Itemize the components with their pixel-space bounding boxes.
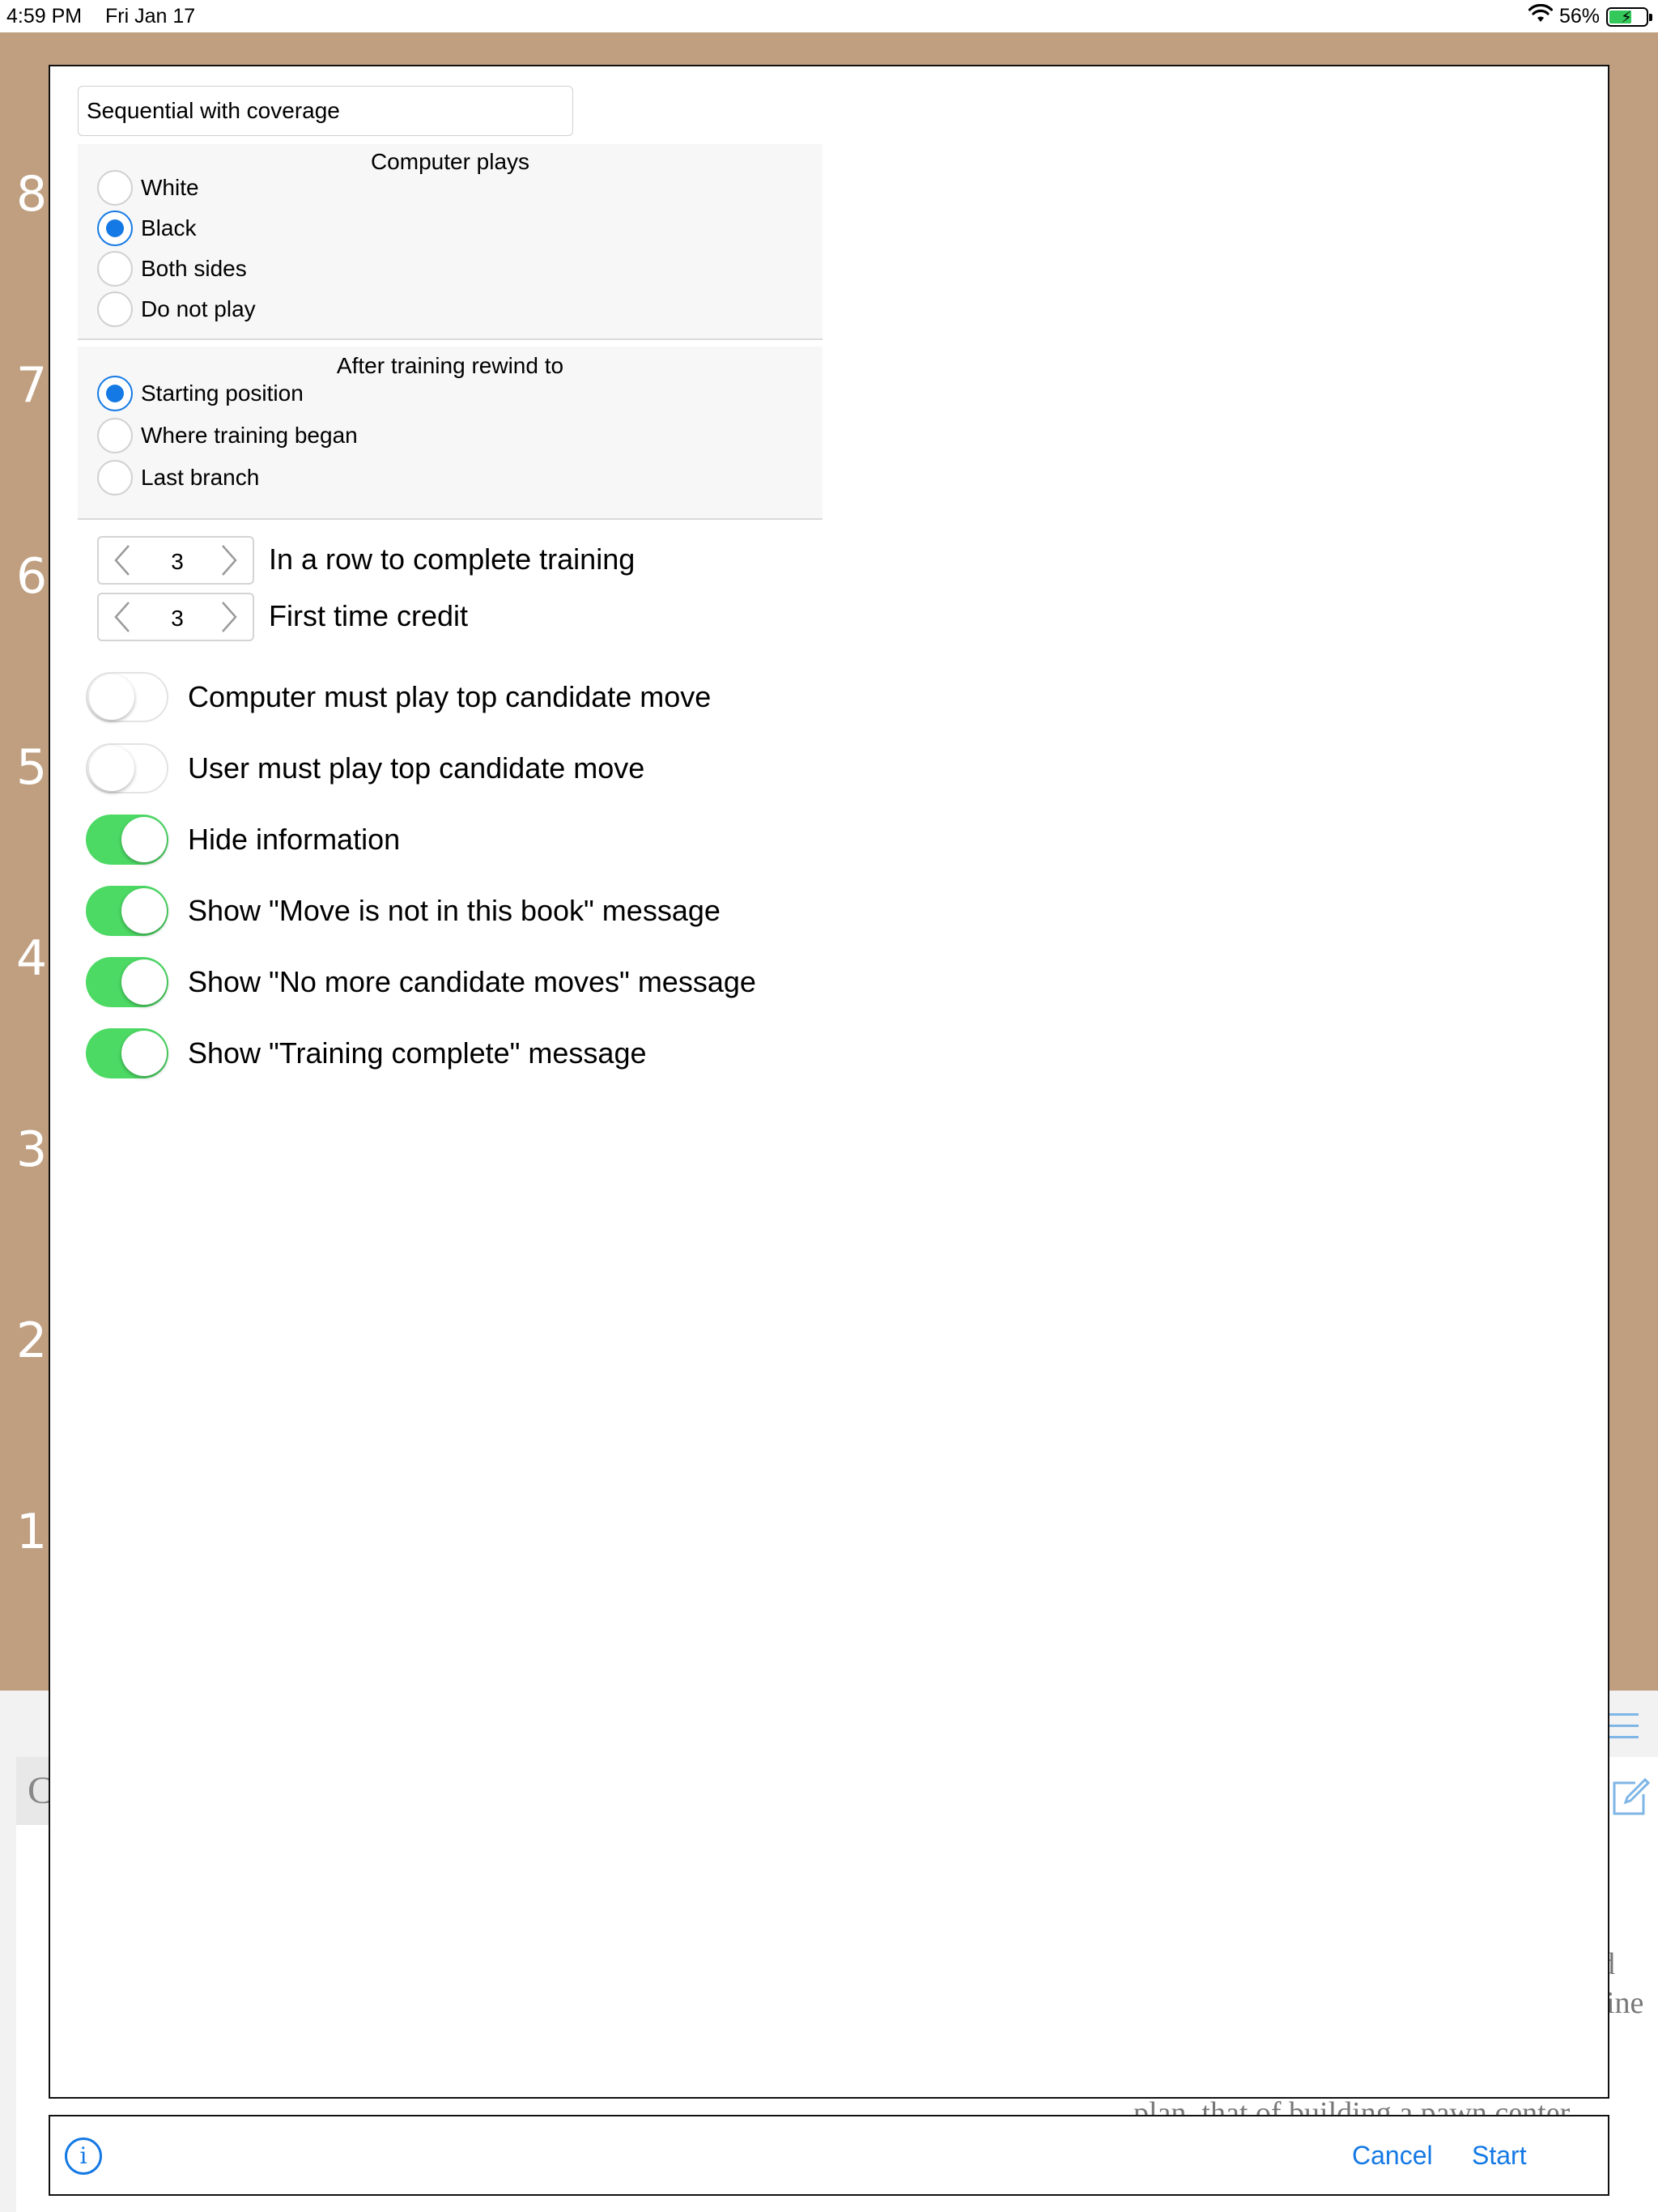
toggle-row-training-complete[interactable]: Show "Training complete" message: [86, 1028, 647, 1078]
stepper-label: First time credit: [269, 599, 469, 632]
radio-button[interactable]: [97, 291, 133, 327]
radio-button[interactable]: [97, 376, 133, 411]
radio-label: Last branch: [141, 465, 260, 490]
no-more-candidates-switch[interactable]: [86, 957, 168, 1007]
radio-button[interactable]: [97, 418, 133, 453]
radio-option-white[interactable]: White: [97, 170, 199, 206]
radio-option-both-sides[interactable]: Both sides: [97, 251, 247, 287]
toggle-label: Show "Training complete" message: [188, 1036, 647, 1070]
radio-button[interactable]: [97, 211, 133, 246]
computer-top-move-switch[interactable]: [86, 672, 168, 722]
edit-icon[interactable]: [1611, 1777, 1651, 1817]
stepper-value: 3: [171, 549, 184, 574]
menu-icon[interactable]: [1606, 1713, 1639, 1747]
computer-plays-group: Computer plays White Black Both sides Do…: [78, 144, 823, 340]
info-icon[interactable]: i: [65, 2138, 102, 2175]
rank-label: 5: [16, 739, 48, 796]
radio-option-black[interactable]: Black: [97, 211, 196, 246]
radio-label: White: [141, 175, 199, 200]
radio-option-where-training-began[interactable]: Where training began: [97, 418, 358, 453]
status-bar: 4:59 PM Fri Jan 17 56% ⚡: [0, 0, 1658, 32]
radio-label: Both sides: [141, 256, 247, 281]
rank-label: 4: [16, 930, 48, 987]
rank-label: 8: [16, 166, 48, 223]
in-a-row-stepper[interactable]: 3: [97, 536, 254, 585]
start-button[interactable]: Start: [1472, 2141, 1527, 2171]
radio-label: Do not play: [141, 296, 256, 321]
first-time-credit-stepper[interactable]: 3: [97, 593, 254, 641]
toggle-label: Hide information: [188, 823, 401, 856]
toggle-row-computer-top-move[interactable]: Computer must play top candidate move: [86, 672, 711, 722]
hide-information-switch[interactable]: [86, 815, 168, 865]
toggle-label: Computer must play top candidate move: [188, 680, 712, 713]
radio-label: Where training began: [141, 423, 358, 448]
rank-label: 7: [16, 357, 48, 414]
toggle-label: Show "No more candidate moves" message: [188, 965, 756, 998]
chevron-left-icon[interactable]: [102, 538, 142, 583]
radio-option-do-not-play[interactable]: Do not play: [97, 291, 256, 327]
radio-button[interactable]: [97, 460, 133, 496]
battery-percent: 56%: [1558, 5, 1600, 28]
chevron-left-icon[interactable]: [102, 594, 142, 640]
rank-label: 1: [16, 1504, 48, 1560]
radio-button[interactable]: [97, 251, 133, 287]
toggle-label: Show "Move is not in this book" message: [188, 894, 721, 927]
rewind-group: After training rewind to Starting positi…: [78, 347, 823, 520]
background-text: ine: [1606, 1986, 1644, 2020]
radio-label: Starting position: [141, 381, 304, 406]
toggle-label: User must play top candidate move: [188, 751, 645, 785]
radio-label: Black: [141, 215, 197, 240]
battery-icon: ⚡: [1606, 6, 1652, 27]
chevron-right-icon[interactable]: [209, 538, 249, 583]
stepper-value: 3: [171, 606, 184, 631]
radio-option-last-branch[interactable]: Last branch: [97, 460, 259, 496]
radio-option-starting-position[interactable]: Starting position: [97, 376, 304, 411]
training-options-dialog: Sequential with coverage Computer plays …: [49, 65, 1609, 2099]
toggle-row-user-top-move[interactable]: User must play top candidate move: [86, 743, 644, 793]
dialog-bottom-bar: i Cancel Start: [49, 2115, 1609, 2196]
rank-label: 6: [16, 548, 48, 605]
cancel-button[interactable]: Cancel: [1352, 2141, 1433, 2171]
user-top-move-switch[interactable]: [86, 743, 168, 793]
training-mode-field[interactable]: Sequential with coverage: [78, 86, 573, 136]
rank-label: 3: [16, 1121, 48, 1178]
wifi-icon: [1528, 3, 1554, 29]
status-right: 56% ⚡: [1528, 3, 1652, 29]
rank-label: 2: [16, 1312, 48, 1369]
toggle-row-not-in-book[interactable]: Show "Move is not in this book" message: [86, 886, 721, 936]
status-time: 4:59 PM: [6, 5, 83, 28]
toggle-row-no-more-candidates[interactable]: Show "No more candidate moves" message: [86, 957, 756, 1007]
chevron-right-icon[interactable]: [209, 594, 249, 640]
not-in-book-switch[interactable]: [86, 886, 168, 936]
training-complete-switch[interactable]: [86, 1028, 168, 1078]
toggle-row-hide-information[interactable]: Hide information: [86, 815, 400, 865]
stepper-label: In a row to complete training: [269, 542, 636, 576]
radio-button[interactable]: [97, 170, 133, 206]
status-date: Fri Jan 17: [105, 5, 196, 28]
